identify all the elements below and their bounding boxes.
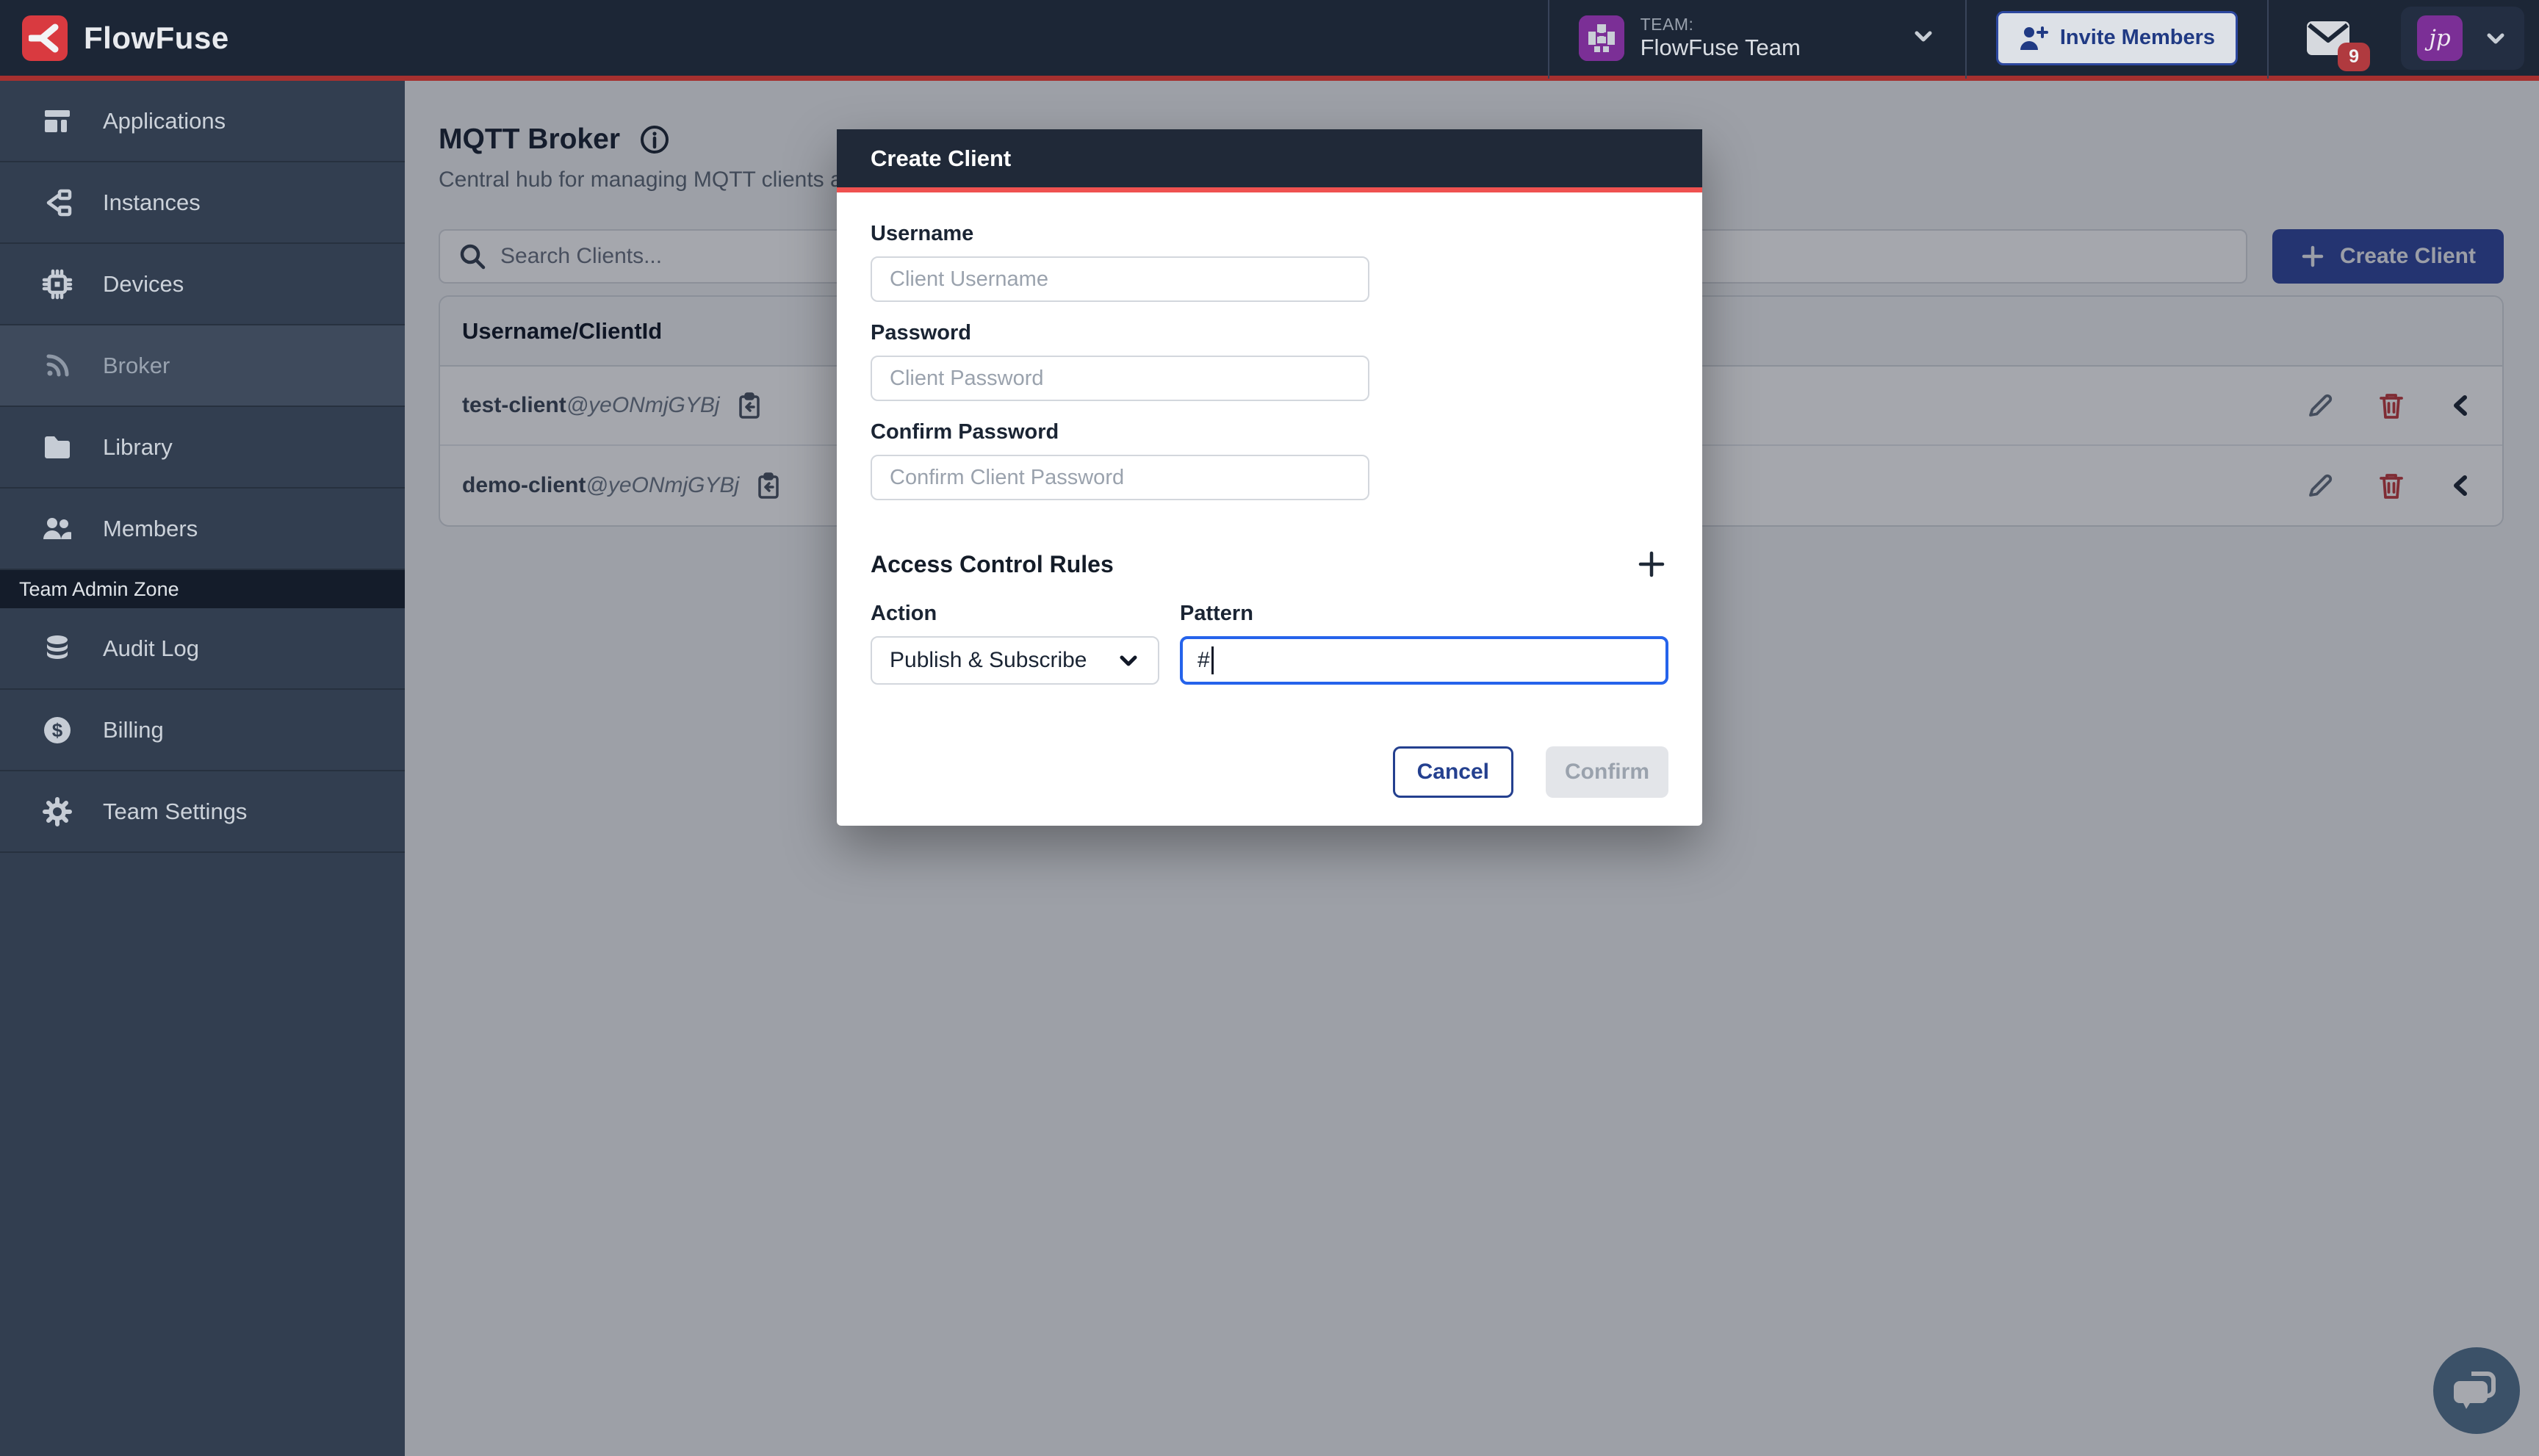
sidebar-item-members[interactable]: Members — [0, 489, 405, 570]
team-admin-zone-header: Team Admin Zone — [0, 570, 405, 608]
sidebar-item-team-settings[interactable]: Team Settings — [0, 771, 405, 853]
mail-button[interactable]: 9 — [2307, 21, 2349, 55]
action-label: Action — [871, 602, 1159, 626]
applications-icon — [41, 105, 73, 137]
brand-name: FlowFuse — [84, 21, 229, 56]
username-label: Username — [871, 222, 1668, 246]
sidebar-item-label: Devices — [103, 271, 184, 298]
action-select[interactable]: Publish & Subscribe — [871, 636, 1159, 685]
sidebar-item-label: Applications — [103, 108, 226, 134]
modal-title: Create Client — [871, 145, 1011, 172]
team-selector[interactable]: TEAM: FlowFuse Team — [1548, 0, 1965, 79]
sidebar-item-applications[interactable]: Applications — [0, 81, 405, 162]
invite-section: Invite Members — [1965, 0, 2267, 79]
sidebar-item-label: Broker — [103, 353, 170, 379]
gear-icon — [41, 796, 73, 828]
folder-icon — [41, 431, 73, 464]
database-icon — [41, 633, 73, 665]
user-avatar: jp — [2417, 15, 2463, 61]
sidebar-item-label: Library — [103, 434, 173, 461]
confirm-password-label: Confirm Password — [871, 420, 1668, 444]
brand[interactable]: FlowFuse — [0, 15, 229, 61]
flowfuse-logo-icon — [22, 15, 68, 61]
sidebar-item-label: Billing — [103, 717, 164, 743]
team-label: TEAM: — [1641, 15, 1801, 34]
add-rule-button[interactable] — [1635, 547, 1668, 581]
sidebar-item-billing[interactable]: $ Billing — [0, 690, 405, 771]
sidebar-item-label: Audit Log — [103, 635, 199, 662]
app-header: FlowFuse TEAM: FlowFuse Team Invite Memb… — [0, 0, 2539, 81]
password-field[interactable] — [871, 356, 1369, 401]
devices-icon — [41, 268, 73, 300]
create-client-modal: Create Client Username Password Confirm … — [837, 129, 1702, 826]
invite-members-label: Invite Members — [2060, 26, 2215, 50]
password-label: Password — [871, 321, 1668, 345]
notification-badge: 9 — [2338, 43, 2370, 71]
sidebar-item-label: Members — [103, 516, 198, 542]
pattern-value: # — [1198, 648, 1210, 673]
sidebar-item-audit-log[interactable]: Audit Log — [0, 608, 405, 690]
sidebar-item-broker[interactable]: Broker — [0, 325, 405, 407]
team-name: FlowFuse Team — [1641, 35, 1801, 61]
sidebar: Applications Instances Devices Broker Li… — [0, 81, 405, 1456]
broker-icon — [41, 350, 73, 382]
user-menu[interactable]: jp — [2401, 7, 2524, 70]
username-field[interactable] — [871, 256, 1369, 302]
dollar-circle-icon: $ — [41, 714, 73, 746]
confirm-button[interactable]: Confirm — [1546, 746, 1668, 798]
chevron-down-icon — [1911, 24, 1936, 52]
user-plus-icon — [2019, 25, 2048, 51]
pattern-label: Pattern — [1180, 602, 1668, 626]
pattern-input[interactable]: # — [1180, 636, 1668, 685]
sidebar-item-label: Instances — [103, 190, 201, 216]
cancel-button[interactable]: Cancel — [1393, 746, 1513, 798]
action-select-value: Publish & Subscribe — [890, 648, 1087, 673]
svg-text:$: $ — [52, 719, 63, 741]
members-icon — [41, 513, 73, 545]
sidebar-item-library[interactable]: Library — [0, 407, 405, 489]
instances-icon — [41, 187, 73, 219]
chevron-down-icon — [1117, 649, 1140, 672]
notifications-section: 9 — [2267, 0, 2388, 79]
chevron-down-icon — [2483, 26, 2508, 51]
team-avatar — [1579, 15, 1624, 61]
sidebar-item-instances[interactable]: Instances — [0, 162, 405, 244]
acl-heading: Access Control Rules — [871, 551, 1114, 578]
sidebar-item-devices[interactable]: Devices — [0, 244, 405, 325]
sidebar-item-label: Team Settings — [103, 799, 247, 825]
text-caret — [1211, 646, 1214, 674]
confirm-password-field[interactable] — [871, 455, 1369, 500]
invite-members-button[interactable]: Invite Members — [1996, 11, 2238, 65]
